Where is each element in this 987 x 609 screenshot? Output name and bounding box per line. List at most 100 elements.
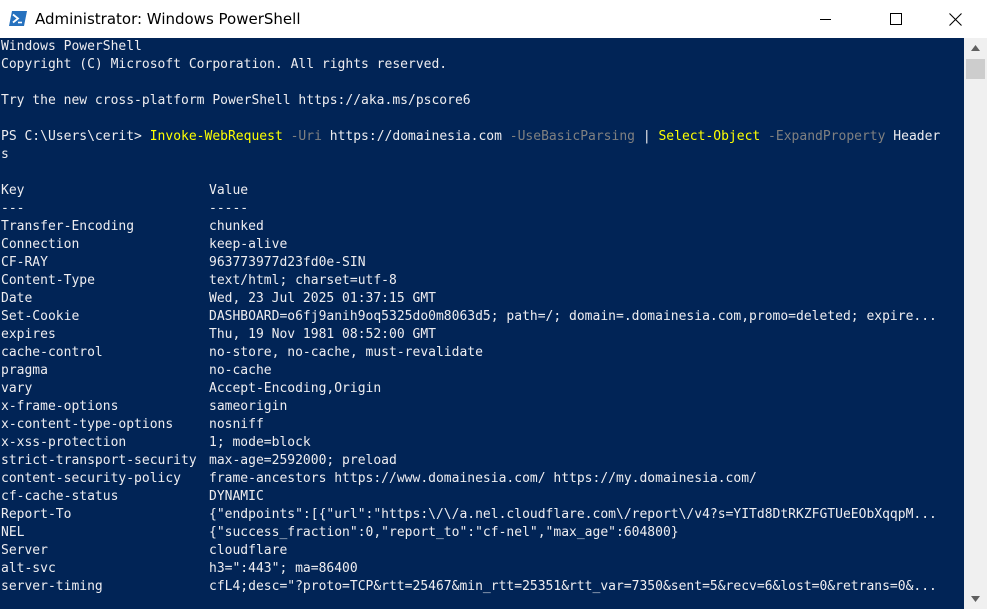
table-row: server-timing cfL4;desc="?proto=TCP&rtt=2… (0, 578, 964, 596)
minimize-button[interactable] (803, 0, 849, 38)
row-key: expires (1, 327, 56, 342)
row-value: no-cache (209, 363, 272, 378)
powershell-icon (9, 11, 27, 26)
arg-url: https://domainesia.com (321, 129, 502, 144)
param-usebasicparsing: -UseBasicParsing (501, 129, 635, 144)
banner-line: Try the new cross-platform PowerShell ht… (1, 93, 471, 108)
table-row: Server cloudflare (0, 542, 964, 560)
table-header: Key Value (0, 182, 964, 200)
table-row: alt-svc h3=":443"; ma=86400 (0, 560, 964, 578)
row-key: content-security-policy (1, 471, 182, 486)
row-value: DYNAMIC (209, 489, 264, 504)
table-row: Report-To {"endpoints":[{"url":"https:\/\… (0, 506, 964, 524)
banner-line (0, 110, 964, 128)
minimize-icon (820, 19, 831, 20)
row-value: Thu, 19 Nov 1981 08:52:00 GMT (209, 327, 436, 342)
table-row: strict-transport-security max-age=2592000… (0, 452, 964, 470)
banner-line: Copyright (C) Microsoft Corporation. All… (1, 57, 448, 72)
table-rows: Transfer-Encoding chunked Connection keep-a… (0, 218, 964, 596)
table-row: Connection keep-alive (0, 236, 964, 254)
row-value: cfL4;desc="?proto=TCP&rtt=25467&min_rtt=… (209, 579, 937, 594)
row-value: keep-alive (209, 237, 288, 252)
row-key: strict-transport-security (1, 453, 197, 468)
pipe-operator: | (635, 129, 659, 144)
row-key: Report-To (1, 507, 72, 522)
vertical-scrollbar[interactable] (964, 38, 987, 609)
row-key: Content-Type (1, 273, 95, 288)
table-row: cf-cache-status DYNAMIC (0, 488, 964, 506)
row-value: no-store, no-cache, must-revalidate (209, 345, 483, 360)
table-row: Set-Cookie DASHBOARD=o6fj9anih9oq5325do0m… (0, 308, 964, 326)
close-button[interactable] (932, 0, 978, 38)
console-output[interactable]: Windows PowerShell Copyright (C) Microso… (0, 38, 964, 609)
row-key: pragma (1, 363, 48, 378)
cmdlet-select-object: Select-Object (658, 129, 761, 144)
scroll-down-button[interactable] (964, 589, 987, 609)
row-key: x-xss-protection (1, 435, 127, 450)
row-value: chunked (209, 219, 264, 234)
prompt: PS C:\Users\cerit> (1, 129, 150, 144)
row-key: Date (1, 291, 33, 306)
row-key: cf-cache-status (1, 489, 119, 504)
row-value: sameorigin (209, 399, 288, 414)
row-key: CF-RAY (1, 255, 48, 270)
row-key: alt-svc (1, 561, 56, 576)
separator-value: ----- (209, 201, 249, 216)
table-row: CF-RAY 963773977d23fd0e-SIN (0, 254, 964, 272)
row-key: Connection (1, 237, 80, 252)
command-line: PS C:\Users\cerit> Invoke-WebRequest -Ur… (0, 128, 964, 146)
row-value: {"endpoints":[{"url":"https:\/\/a.nel.cl… (209, 507, 937, 522)
scroll-up-icon (971, 45, 980, 51)
maximize-icon (890, 13, 902, 25)
row-value: DASHBOARD=o6fj9anih9oq5325do0m8063d5; pa… (209, 309, 937, 324)
row-value: 1; mode=block (209, 435, 311, 450)
table-row: NEL {"success_fraction":0,"report_to":"cf… (0, 524, 964, 542)
row-key: Transfer-Encoding (1, 219, 135, 234)
table-separator: --- ----- (0, 200, 964, 218)
header-key: Key (1, 183, 25, 198)
row-key: vary (1, 381, 33, 396)
row-value: Wed, 23 Jul 2025 01:37:15 GMT (209, 291, 436, 306)
table-row: expires Thu, 19 Nov 1981 08:52:00 GMT (0, 326, 964, 344)
row-key: cache-control (1, 345, 103, 360)
banner-line (0, 74, 964, 92)
row-value: h3=":443"; ma=86400 (209, 561, 358, 576)
table-row: Transfer-Encoding chunked (0, 218, 964, 236)
row-value: {"success_fraction":0,"report_to":"cf-ne… (209, 525, 679, 540)
row-value: text/html; charset=utf-8 (209, 273, 397, 288)
scroll-down-icon (971, 596, 980, 602)
window-title: Administrator: Windows PowerShell (35, 10, 301, 28)
row-value: nosniff (209, 417, 264, 432)
row-key: x-frame-options (1, 399, 119, 414)
row-value: max-age=2592000; preload (209, 453, 397, 468)
table-row: content-security-policy frame-ancestors h… (0, 470, 964, 488)
row-key: NEL (1, 525, 25, 540)
row-key: Set-Cookie (1, 309, 80, 324)
row-value: frame-ancestors https://www.domainesia.c… (209, 471, 757, 486)
table-row: x-xss-protection 1; mode=block (0, 434, 964, 452)
maximize-button[interactable] (873, 0, 919, 38)
table-row: vary Accept-Encoding,Origin (0, 380, 964, 398)
param-expandproperty: -ExpandProperty (760, 129, 886, 144)
close-icon (948, 12, 962, 26)
table-row: Date Wed, 23 Jul 2025 01:37:15 GMT (0, 290, 964, 308)
command-line-wrap: s (1, 147, 9, 162)
row-value: 963773977d23fd0e-SIN (209, 255, 366, 270)
title-bar[interactable]: Administrator: Windows PowerShell (0, 0, 987, 38)
arg-headers: Header (885, 129, 941, 144)
row-value: Accept-Encoding,Origin (209, 381, 382, 396)
table-row: x-content-type-options nosniff (0, 416, 964, 434)
scroll-up-button[interactable] (964, 38, 987, 58)
cmdlet-invoke-webrequest: Invoke-WebRequest (149, 129, 283, 144)
table-row: pragma no-cache (0, 362, 964, 380)
table-row: Content-Type text/html; charset=utf-8 (0, 272, 964, 290)
table-row: x-frame-options sameorigin (0, 398, 964, 416)
header-value: Value (209, 183, 249, 198)
row-value: cloudflare (209, 543, 288, 558)
banner-line: Windows PowerShell (1, 39, 142, 54)
scrollbar-thumb[interactable] (966, 59, 985, 79)
separator-key: --- (1, 201, 25, 216)
row-key: x-content-type-options (1, 417, 174, 432)
table-row: cache-control no-store, no-cache, must-re… (0, 344, 964, 362)
